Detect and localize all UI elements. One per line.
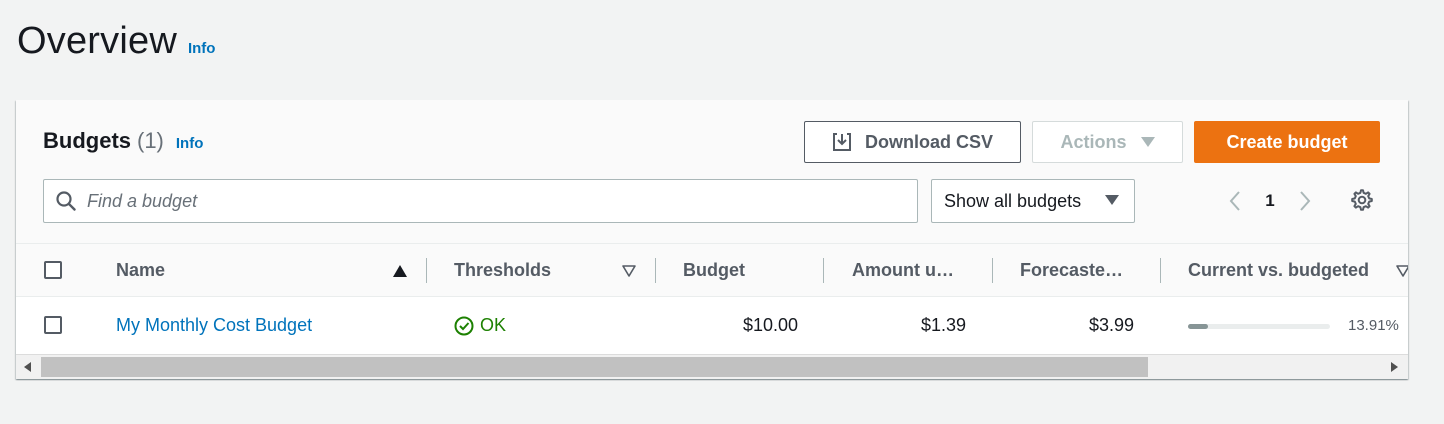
row-select-checkbox[interactable] [44,316,62,334]
download-csv-button[interactable]: Download CSV [804,121,1021,163]
column-header-budget[interactable]: Budget [683,244,745,297]
download-icon [832,133,851,151]
sort-descending-icon[interactable] [622,265,636,277]
scroll-left-arrow-icon[interactable] [24,362,31,372]
budget-filter-value: Show all budgets [944,190,1082,211]
budgets-title: Budgets [43,128,131,153]
select-all-checkbox[interactable] [44,261,62,279]
sort-descending-icon[interactable] [1396,265,1408,277]
column-header-name-label: Name [116,260,166,280]
column-header-thresholds[interactable]: Thresholds [454,244,551,297]
column-header-current-vs-budgeted-label: Current vs. budgeted [1188,260,1370,280]
caret-down-icon [1140,137,1155,147]
chevron-left-icon [1229,191,1240,211]
table-header-row: Name Thresholds Budget Amount u… Forecas… [16,244,1408,297]
column-header-forecasted-label: Forecaste… [1020,260,1124,280]
actions-button[interactable]: Actions [1032,121,1183,163]
page-number-button[interactable]: 1 [1248,191,1292,211]
horizontal-scrollbar[interactable] [16,354,1408,379]
table-preferences-button[interactable] [1350,188,1374,217]
budget-progress-bar [1188,324,1330,329]
threshold-status-label: OK [480,315,507,335]
check-circle-icon [454,316,474,335]
download-csv-label: Download CSV [864,131,993,152]
budgets-count: (1) [137,128,164,153]
gear-icon [1351,189,1373,211]
amount-used: $1.39 [920,315,966,335]
budget-name-link[interactable]: My Monthly Cost Budget [116,297,312,354]
column-header-amount-used-label: Amount u… [852,260,954,280]
budgets-panel-header: Budgets (1) Info Download CSV Actions Cr… [16,100,1408,244]
sort-ascending-icon[interactable] [393,265,407,277]
column-header-current-vs-budgeted[interactable]: Current vs. budgeted [1188,244,1369,297]
budget-progress-fill [1188,324,1208,329]
budgets-panel: Budgets (1) Info Download CSV Actions Cr… [16,100,1408,379]
column-header-name[interactable]: Name [116,244,165,297]
budget-filter-select[interactable]: Show all budgets [931,179,1135,223]
page-header: Overview Info [17,20,215,63]
scrollbar-thumb[interactable] [41,357,1148,377]
table-row: My Monthly Cost Budget OK $10.00 $1.39 $… [16,297,1408,354]
actions-label: Actions [1060,131,1127,152]
column-header-budget-label: Budget [683,260,745,280]
budget-progress-percent: 13.91% [1348,317,1399,334]
budgets-info-link[interactable]: Info [176,135,204,152]
column-header-forecasted[interactable]: Forecaste… [1020,244,1123,297]
budgets-heading: Budgets (1) Info [43,128,203,154]
next-page-button[interactable] [1292,186,1318,216]
threshold-status: OK [454,297,506,354]
search-icon [56,191,76,211]
column-header-amount-used[interactable]: Amount u… [852,244,954,297]
create-budget-button[interactable]: Create budget [1194,121,1380,163]
column-header-thresholds-label: Thresholds [454,260,552,280]
budget-amount: $10.00 [742,315,798,335]
column-resizer[interactable] [823,258,824,283]
column-resizer[interactable] [426,258,427,283]
caret-down-icon [1105,195,1119,205]
chevron-right-icon [1300,191,1311,211]
scroll-right-arrow-icon[interactable] [1391,362,1398,372]
search-field [43,179,918,223]
column-resizer[interactable] [992,258,993,283]
page-info-link[interactable]: Info [188,40,216,57]
search-input[interactable] [87,190,867,212]
column-resizer[interactable] [655,258,656,283]
forecasted-amount: $3.99 [1088,315,1134,335]
column-resizer[interactable] [1160,258,1161,283]
pagination: 1 [1222,186,1318,216]
page-title: Overview [17,20,177,62]
previous-page-button[interactable] [1222,186,1248,216]
